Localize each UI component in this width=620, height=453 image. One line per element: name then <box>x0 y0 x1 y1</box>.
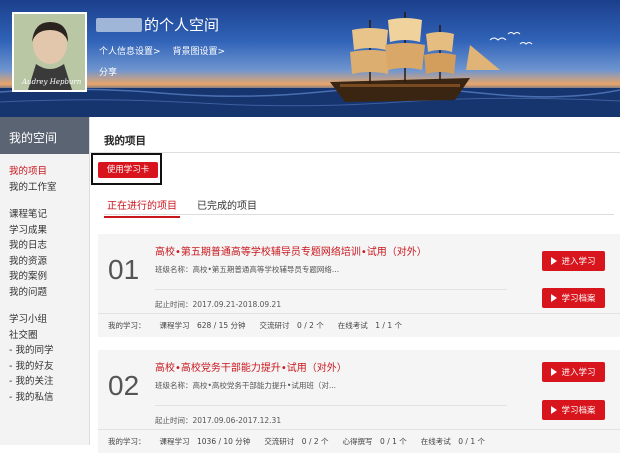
stat-label: 我的学习： <box>108 321 146 330</box>
study-archive-button[interactable]: 学习档案 <box>542 288 605 308</box>
play-icon <box>551 406 558 414</box>
enter-study-button[interactable]: 进入学习 <box>542 362 605 382</box>
stat-reflection: 心得撰写 0 / 1 个 <box>342 437 407 446</box>
play-icon <box>551 294 558 302</box>
project-number: 01 <box>108 254 140 285</box>
play-icon <box>551 257 558 265</box>
project-title[interactable]: 高校•第五期普通高等学校辅导员专题网络培训•试用（对外） <box>155 243 427 258</box>
sidebar-item-my-questions[interactable]: 我的问题 <box>0 285 89 301</box>
profile-settings-link[interactable]: 个人信息设置> <box>99 44 161 57</box>
project-stats: 我的学习： 课程学习 628 / 15 分钟 交流研讨 0 / 2 个 在线考试… <box>108 320 416 331</box>
avatar-signature: Audrey Hepburn <box>21 78 82 86</box>
enter-study-button[interactable]: 进入学习 <box>542 251 605 271</box>
stat-course: 课程学习 628 / 15 分钟 <box>159 321 246 330</box>
project-title[interactable]: 高校•高校党务干部能力提升•试用（对外） <box>155 359 347 374</box>
header-links: 个人信息设置> 背景图设置> <box>99 44 225 57</box>
project-class: 班级名称：高校•第五期普通高等学校辅导员专题网络... <box>155 265 340 274</box>
sidebar-title: 我的空间 <box>0 117 89 154</box>
project-date: 起止时间：2017.09.06-2017.12.31 <box>155 416 282 425</box>
share-link[interactable]: 分享 <box>99 65 117 78</box>
sidebar-item-social[interactable]: 社交圈 <box>0 328 89 344</box>
sidebar-item-classmates[interactable]: - 我的同学 <box>0 343 89 359</box>
sidebar-item-course-notes[interactable]: 课程笔记 <box>0 207 89 223</box>
sidebar-item-my-projects[interactable]: 我的项目 <box>0 164 89 180</box>
stat-discussion: 交流研讨 0 / 2 个 <box>264 437 329 446</box>
sidebar-item-my-studio[interactable]: 我的工作室 <box>0 180 89 196</box>
project-card: 02 高校•高校党务干部能力提升•试用（对外） 班级名称：高校•高校党务干部能力… <box>98 350 620 453</box>
masked-username <box>96 17 142 32</box>
stat-discussion: 交流研讨 0 / 2 个 <box>259 321 324 330</box>
avatar-photo: Audrey Hepburn <box>14 14 85 90</box>
sidebar-item-friends[interactable]: - 我的好友 <box>0 359 89 375</box>
main-content: 我的项目 使用学习卡 正在进行的项目 已完成的项目 01 高校•第五期普通高等学… <box>90 117 620 453</box>
study-archive-button[interactable]: 学习档案 <box>542 400 605 420</box>
sidebar-item-achievements[interactable]: 学习成果 <box>0 223 89 239</box>
page-title: 的个人空间 <box>96 14 219 35</box>
sidebar: 我的空间 我的项目 我的工作室 课程笔记 学习成果 我的日志 我的资源 我的案例… <box>0 117 90 445</box>
sidebar-item-my-log[interactable]: 我的日志 <box>0 238 89 254</box>
background-settings-link[interactable]: 背景图设置> <box>173 44 226 57</box>
play-icon <box>551 368 558 376</box>
sidebar-item-messages[interactable]: - 我的私信 <box>0 390 89 406</box>
project-card: 01 高校•第五期普通高等学校辅导员专题网络培训•试用（对外） 班级名称：高校•… <box>98 234 620 337</box>
sidebar-item-my-cases[interactable]: 我的案例 <box>0 269 89 285</box>
sidebar-item-following[interactable]: - 我的关注 <box>0 374 89 390</box>
avatar[interactable]: Audrey Hepburn <box>12 12 87 92</box>
use-study-card-button[interactable]: 使用学习卡 <box>98 162 158 178</box>
project-class: 班级名称：高校•高校党务干部能力提升•试用班（对... <box>155 381 336 390</box>
profile-banner: Audrey Hepburn 的个人空间 个人信息设置> 背景图设置> 分享 <box>0 0 620 117</box>
stat-exam: 在线考试 0 / 1 个 <box>420 437 486 446</box>
page-title-suffix: 的个人空间 <box>144 16 220 34</box>
stat-exam: 在线考试 1 / 1 个 <box>337 321 403 330</box>
stat-course: 课程学习 1036 / 10 分钟 <box>159 437 251 446</box>
sidebar-item-my-resources[interactable]: 我的资源 <box>0 254 89 270</box>
divider <box>90 152 620 153</box>
project-stats: 我的学习： 课程学习 1036 / 10 分钟 交流研讨 0 / 2 个 心得撰… <box>108 436 499 447</box>
stat-label: 我的学习： <box>108 437 146 446</box>
project-number: 02 <box>108 370 140 401</box>
divider <box>104 214 614 215</box>
section-title: 我的项目 <box>104 135 146 147</box>
sidebar-item-study-group[interactable]: 学习小组 <box>0 312 89 328</box>
project-date: 起止时间：2017.09.21-2018.09.21 <box>155 300 282 309</box>
ship-illustration <box>0 12 620 117</box>
